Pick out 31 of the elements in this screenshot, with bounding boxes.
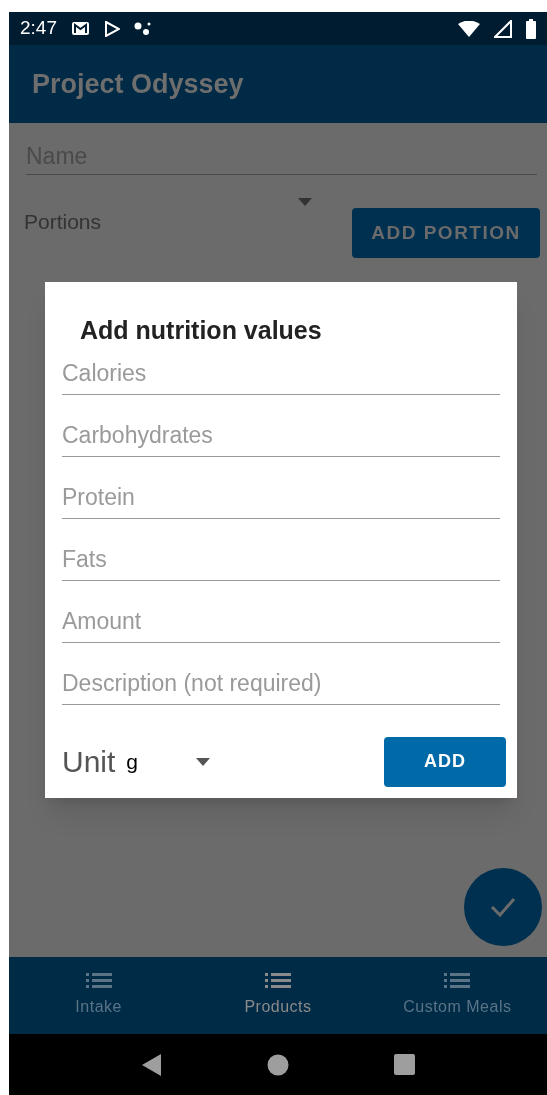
- app-title: Project Odyssey: [32, 67, 244, 101]
- add-portion-button[interactable]: ADD PORTION: [352, 208, 540, 258]
- list-icon: [265, 972, 291, 989]
- nav-tab[interactable]: Intake: [9, 957, 189, 1034]
- list-icon: [85, 972, 112, 989]
- signal-icon: [494, 19, 512, 38]
- home-icon[interactable]: [266, 1053, 289, 1076]
- status-time: 2:47: [20, 16, 57, 41]
- list-icon: [444, 972, 471, 989]
- dots-icon: [134, 20, 152, 37]
- dialog-title: Add nutrition values: [79, 315, 323, 346]
- nav-tab[interactable]: Custom Meals: [367, 957, 547, 1034]
- check-icon: [490, 897, 516, 917]
- battery-icon: [526, 18, 536, 39]
- add-button[interactable]: ADD: [384, 736, 506, 787]
- input-field[interactable]: Fats: [62, 539, 500, 581]
- input-field[interactable]: Protein: [62, 477, 500, 519]
- input-field[interactable]: Carbohydrates: [62, 415, 500, 457]
- input-field[interactable]: Calories: [62, 353, 500, 395]
- play-store-icon: [104, 20, 120, 37]
- nav-tab[interactable]: Products: [188, 957, 368, 1034]
- dropdown-arrow-icon[interactable]: [196, 757, 211, 766]
- portions-label: Portions: [24, 209, 102, 235]
- back-icon[interactable]: [141, 1053, 162, 1076]
- unit-label: Unit: [62, 744, 116, 780]
- wifi-icon: [458, 20, 480, 37]
- mail-icon: [71, 21, 90, 36]
- unit-dropdown[interactable]: g: [126, 745, 197, 778]
- input-field[interactable]: Description (not required): [62, 663, 500, 705]
- recents-icon[interactable]: [393, 1054, 415, 1075]
- input-field[interactable]: Amount: [62, 601, 500, 643]
